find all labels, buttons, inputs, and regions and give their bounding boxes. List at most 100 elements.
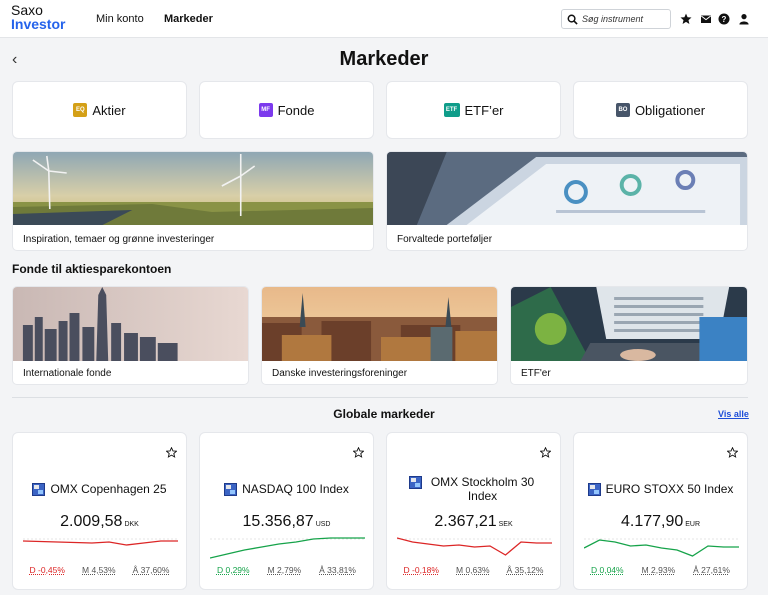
sparkline-chart	[23, 538, 178, 546]
fund-card-danske[interactable]: Danske investeringsforeninger	[261, 286, 498, 385]
category-card-etf[interactable]: ETF ETF’er	[386, 81, 561, 139]
stat-day[interactable]: D 0,29%	[217, 565, 250, 575]
mail-icon[interactable]	[700, 13, 712, 25]
category-label: Fonde	[277, 102, 315, 118]
category-label: Aktier	[92, 102, 126, 118]
category-card-obligationer[interactable]: BO Obligationer	[573, 81, 748, 139]
market-price: 4.177,90 EUR	[574, 513, 747, 531]
market-card[interactable]: OMX Copenhagen 25 2.009,58 DKK D -0,45% M…	[12, 432, 187, 590]
sparkline-series	[584, 539, 739, 557]
favorite-star-icon[interactable]	[540, 447, 551, 458]
fund-badge-icon: MF	[258, 103, 273, 117]
svg-text:?: ?	[722, 15, 727, 24]
favorite-star-icon[interactable]	[727, 447, 738, 458]
copenhagen-rooftops-image	[262, 287, 497, 361]
market-stats: D 0,29% M 2,79% Å 33,81%	[200, 565, 373, 575]
stat-month[interactable]: M 4,53%	[82, 565, 116, 575]
category-card-fonde[interactable]: MF Fonde	[199, 81, 374, 139]
market-title: NASDAQ 100 Index	[200, 482, 373, 496]
section-title-funds: Fonde til aktiesparekontoen	[12, 262, 172, 276]
market-name: EURO STOXX 50 Index	[605, 482, 734, 496]
sparkline-chart	[210, 537, 365, 559]
logo-saxo: Saxo	[11, 2, 43, 18]
index-flag-icon	[587, 483, 601, 496]
category-label: Obligationer	[634, 102, 706, 118]
price-value: 15.356,87	[242, 513, 314, 530]
tablet-portfolio-image	[387, 152, 747, 225]
favorite-star-icon[interactable]	[353, 447, 364, 458]
top-navigation-bar: Saxo Investor Min konto Markeder ?	[0, 0, 768, 38]
fund-caption: Danske investeringsforeninger	[272, 368, 408, 379]
search-icon	[567, 14, 578, 25]
stat-month[interactable]: M 2,79%	[268, 565, 302, 575]
user-icon[interactable]	[738, 13, 750, 25]
help-icon[interactable]: ?	[718, 13, 730, 25]
category-card-aktier[interactable]: EQ Aktier	[12, 81, 187, 139]
star-icon[interactable]	[680, 13, 692, 25]
laptop-image	[511, 287, 747, 361]
nav-markeder[interactable]: Markeder	[164, 13, 213, 25]
category-label: ETF’er	[464, 102, 504, 118]
stat-year[interactable]: Å 35,12%	[507, 565, 544, 575]
market-price: 2.009,58 DKK	[13, 513, 186, 531]
feature-card-inspiration[interactable]: Inspiration, temaer og grønne investerin…	[12, 151, 374, 251]
price-currency: USD	[315, 521, 331, 528]
sparkline-chart	[584, 538, 739, 557]
search-box[interactable]	[561, 9, 671, 29]
market-stats: D 0,04% M 2,93% Å 27,61%	[574, 565, 747, 575]
wind-turbines-image	[13, 152, 373, 225]
stat-day[interactable]: D -0,45%	[30, 565, 65, 575]
market-name: OMX Stockholm 30 Index	[430, 475, 535, 503]
index-flag-icon	[408, 476, 422, 489]
stat-year[interactable]: Å 33,81%	[319, 565, 356, 575]
view-all-link[interactable]: Vis alle	[718, 409, 749, 419]
city-skyline-image	[13, 287, 248, 361]
logo-investor: Investor	[11, 16, 66, 32]
index-flag-icon	[32, 483, 46, 496]
market-card[interactable]: EURO STOXX 50 Index 4.177,90 EUR D 0,04% …	[573, 432, 748, 590]
price-value: 4.177,90	[620, 513, 684, 530]
market-price: 2.367,21 SEK	[387, 513, 560, 531]
stat-year[interactable]: Å 27,61%	[693, 565, 730, 575]
market-title: EURO STOXX 50 Index	[574, 482, 747, 496]
feature-caption: Forvaltede porteføljer	[397, 234, 493, 245]
index-flag-icon	[224, 483, 238, 496]
price-currency: DKK	[124, 521, 139, 528]
fund-card-etf[interactable]: ETF'er	[510, 286, 748, 385]
etf-badge-icon: ETF	[443, 103, 460, 117]
page-title: Markeder	[339, 48, 429, 70]
bond-badge-icon: BO	[615, 103, 630, 117]
search-input[interactable]	[582, 12, 668, 26]
price-value: 2.009,58	[60, 513, 123, 530]
equity-badge-icon: EQ	[73, 103, 88, 117]
sparkline-chart	[397, 537, 552, 556]
market-card[interactable]: OMX Stockholm 30 Index 2.367,21 SEK D -0,…	[386, 432, 561, 590]
feature-caption: Inspiration, temaer og grønne investerin…	[23, 234, 215, 245]
section-divider	[12, 397, 748, 398]
saxo-investor-logo[interactable]: Saxo Investor	[11, 3, 65, 31]
market-title: OMX Copenhagen 25	[13, 482, 186, 496]
market-price: 15.356,87 USD	[200, 513, 373, 531]
stat-day[interactable]: D -0,18%	[404, 565, 439, 575]
nav-min-konto[interactable]: Min konto	[96, 13, 144, 25]
fund-card-internationale[interactable]: Internationale fonde	[12, 286, 249, 385]
market-name: OMX Copenhagen 25	[50, 482, 167, 496]
fund-caption: ETF'er	[521, 368, 551, 379]
price-currency: EUR	[685, 521, 701, 528]
stat-day[interactable]: D 0,04%	[591, 565, 624, 575]
fund-caption: Internationale fonde	[23, 368, 112, 379]
feature-card-forvaltede[interactable]: Forvaltede porteføljer	[386, 151, 748, 251]
price-currency: SEK	[498, 521, 513, 528]
sparkline-series	[210, 537, 365, 559]
favorite-star-icon[interactable]	[166, 447, 177, 458]
sparkline-series	[397, 537, 552, 556]
market-card[interactable]: NASDAQ 100 Index 15.356,87 USD D 0,29% M …	[199, 432, 374, 590]
stat-month[interactable]: M 2,93%	[642, 565, 676, 575]
section-title-markets: Globale markeder	[333, 407, 435, 421]
stat-month[interactable]: M 0,63%	[456, 565, 490, 575]
sparkline-series	[23, 540, 178, 546]
price-value: 2.367,21	[434, 513, 497, 530]
market-stats: D -0,45% M 4,53% Å 37,60%	[13, 565, 186, 575]
stat-year[interactable]: Å 37,60%	[133, 565, 170, 575]
market-stats: D -0,18% M 0,63% Å 35,12%	[387, 565, 560, 575]
